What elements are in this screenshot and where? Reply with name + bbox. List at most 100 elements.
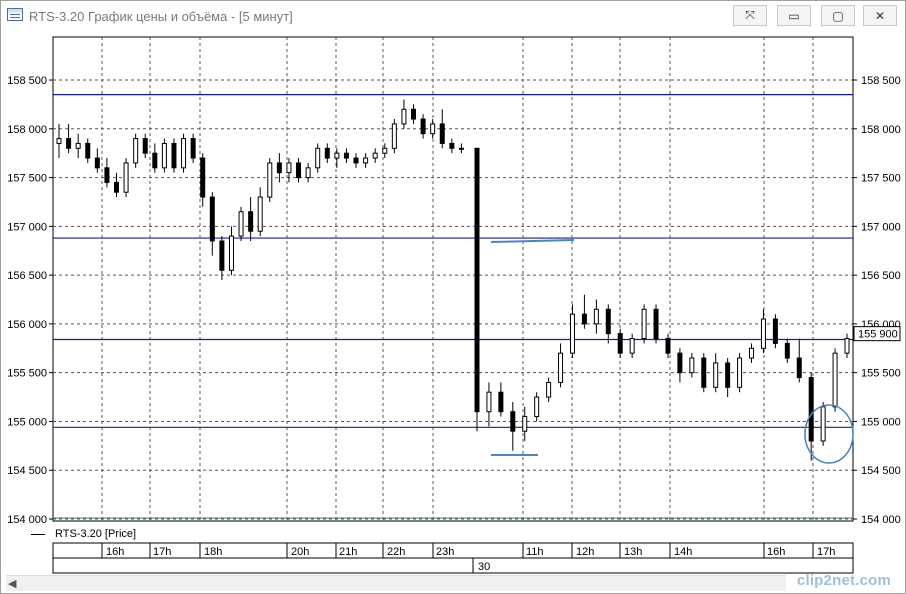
candle-up bbox=[238, 211, 244, 237]
candle-up bbox=[629, 338, 635, 354]
candle-up bbox=[486, 391, 492, 413]
undock-button[interactable]: ⤧ bbox=[733, 5, 767, 26]
candle-down bbox=[420, 118, 426, 135]
candle-up bbox=[593, 308, 599, 325]
legend-label: RTS-3.20 [Price] bbox=[55, 528, 137, 540]
candle-up bbox=[641, 308, 647, 340]
candle-up bbox=[820, 406, 826, 442]
candle-down bbox=[510, 411, 516, 432]
chart-window: RTS-3.20 График цены и объёма - [5 минут… bbox=[0, 0, 906, 594]
y-tick-label-left: 155 000 bbox=[7, 416, 47, 428]
candle-down bbox=[353, 157, 359, 164]
candle-up bbox=[75, 142, 81, 149]
candle-up bbox=[56, 138, 62, 144]
candle-down bbox=[296, 162, 302, 179]
x-tick-label: 17h bbox=[153, 546, 171, 558]
y-tick-label-left: 158 000 bbox=[7, 124, 47, 136]
candle-up bbox=[286, 162, 292, 174]
candle-up bbox=[430, 123, 436, 135]
x-tick-label: 17h bbox=[817, 546, 835, 558]
candle-up bbox=[372, 152, 378, 159]
horizontal-scrollbar[interactable]: ◀ bbox=[6, 575, 786, 591]
candle-down bbox=[324, 147, 330, 159]
maximize-icon: ▢ bbox=[832, 8, 844, 23]
candle-down bbox=[498, 391, 504, 413]
candle-down bbox=[605, 308, 611, 335]
candle-up bbox=[689, 357, 695, 374]
candle-up bbox=[458, 147, 464, 150]
candle-up bbox=[569, 313, 575, 354]
x-tick-label: 12h bbox=[576, 546, 594, 558]
candle-up bbox=[181, 138, 187, 169]
current-price-label: 155 900 bbox=[858, 329, 898, 341]
candle-down bbox=[85, 142, 91, 159]
y-tick-label-left: 156 000 bbox=[7, 319, 47, 331]
candle-down bbox=[808, 377, 814, 442]
minimize-button[interactable]: ▭ bbox=[777, 5, 811, 26]
x-tick-label: 13h bbox=[624, 546, 642, 558]
candle-down bbox=[653, 308, 659, 340]
y-tick-label-left: 158 500 bbox=[7, 75, 47, 87]
candle-up bbox=[133, 138, 139, 164]
candle-down bbox=[439, 123, 445, 144]
y-tick-label-left: 154 500 bbox=[7, 465, 47, 477]
y-tick-label-right: 158 500 bbox=[861, 75, 901, 87]
y-tick-label-right: 155 500 bbox=[861, 368, 901, 380]
candle-down bbox=[617, 333, 623, 354]
x-tick-label: 23h bbox=[436, 546, 454, 558]
chart-legend: RTS-3.20 [Price] bbox=[31, 527, 136, 541]
y-tick-label-right: 154 000 bbox=[861, 514, 901, 526]
y-tick-label-right: 155 000 bbox=[861, 416, 901, 428]
candle-down bbox=[784, 342, 790, 359]
date-axis-row bbox=[52, 557, 854, 574]
candle-up bbox=[334, 152, 340, 159]
window-title: RTS-3.20 График цены и объёма - [5 минут… bbox=[29, 9, 293, 24]
x-tick-label: 20h bbox=[291, 546, 309, 558]
y-tick-label-left: 154 000 bbox=[7, 514, 47, 526]
candle-down bbox=[142, 138, 148, 154]
candle-up bbox=[267, 162, 273, 198]
candle-down bbox=[772, 318, 778, 344]
close-icon: ✕ bbox=[874, 8, 886, 23]
price-chart[interactable]: 158 500 158 500 158 000 158 000 157 500 157 5… bbox=[1, 31, 905, 575]
x-tick-label: 22h bbox=[387, 546, 405, 558]
candle-up bbox=[401, 108, 407, 125]
candle-up bbox=[391, 123, 397, 149]
candle-up bbox=[363, 157, 369, 164]
plot-frame bbox=[52, 36, 854, 522]
y-tick-label-left: 157 000 bbox=[7, 221, 47, 233]
x-tick-label: 16h bbox=[106, 546, 124, 558]
candle-down bbox=[104, 167, 110, 183]
maximize-button[interactable]: ▢ bbox=[821, 5, 855, 26]
candle-up bbox=[305, 167, 311, 179]
candle-up bbox=[123, 162, 129, 193]
candle-down bbox=[152, 152, 158, 169]
candle-up bbox=[161, 142, 167, 169]
candle-down bbox=[171, 142, 177, 169]
y-tick-label-right: 158 000 bbox=[861, 124, 901, 136]
close-button[interactable]: ✕ bbox=[863, 5, 897, 26]
candle-down bbox=[796, 357, 802, 379]
candle-down bbox=[474, 147, 480, 413]
candle-down bbox=[248, 211, 254, 232]
candle-up bbox=[228, 235, 234, 271]
minimize-icon: ▭ bbox=[788, 8, 800, 23]
candle-down bbox=[665, 338, 671, 354]
candle-up bbox=[315, 147, 321, 169]
candle-down bbox=[411, 108, 417, 120]
y-tick-label-right: 154 500 bbox=[861, 465, 901, 477]
candle-down bbox=[190, 138, 196, 159]
date-label: 30 bbox=[478, 561, 490, 573]
candle-up bbox=[546, 381, 552, 398]
candle-up bbox=[760, 318, 766, 349]
scroll-left-icon[interactable]: ◀ bbox=[8, 577, 16, 590]
candle-down bbox=[113, 181, 119, 193]
title-bar[interactable]: RTS-3.20 График цены и объёма - [5 минут… bbox=[1, 1, 905, 31]
y-tick-label-right: 157 500 bbox=[861, 173, 901, 185]
x-tick-label: 18h bbox=[204, 546, 222, 558]
y-tick-label-right: 157 000 bbox=[861, 221, 901, 233]
candle-down bbox=[94, 157, 100, 169]
y-tick-label-left: 155 500 bbox=[7, 368, 47, 380]
candle-up bbox=[257, 196, 263, 232]
candle-up bbox=[737, 357, 743, 388]
